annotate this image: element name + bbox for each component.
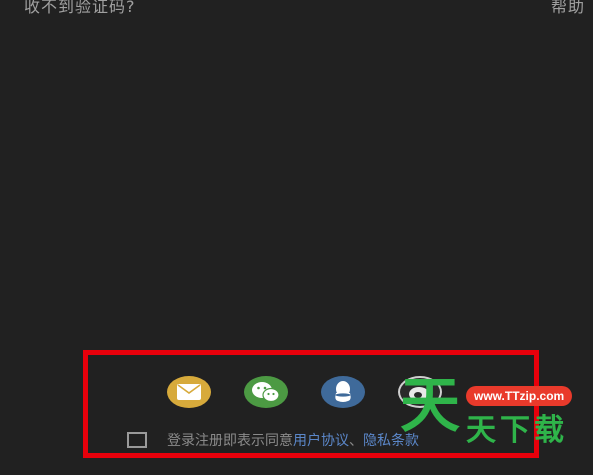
watermark-big-character: 天 [400,371,460,441]
watermark-site-name: 天下载 [466,413,568,448]
agreement-row: 登录注册即表示同意 用户协议 、 隐私条款 [127,430,419,450]
email-login-button[interactable] [167,376,211,408]
agreement-prefix-text: 登录注册即表示同意 [167,433,293,449]
ttzip-watermark-logo: 天 www.TTzip.com 天下载 [400,376,590,466]
agreement-checkbox[interactable] [127,432,147,448]
wechat-login-button[interactable] [244,376,288,408]
help-link[interactable]: 帮助 [551,0,585,17]
wechat-icon [252,382,280,403]
user-agreement-link[interactable]: 用户协议 [293,430,349,450]
qq-icon [335,381,351,402]
email-icon [177,384,201,400]
agreement-separator: 、 [349,433,363,449]
qq-login-button[interactable] [321,376,365,408]
cannot-receive-code-link[interactable]: 收不到验证码? [24,0,136,17]
watermark-url-badge: www.TTzip.com [466,386,573,406]
